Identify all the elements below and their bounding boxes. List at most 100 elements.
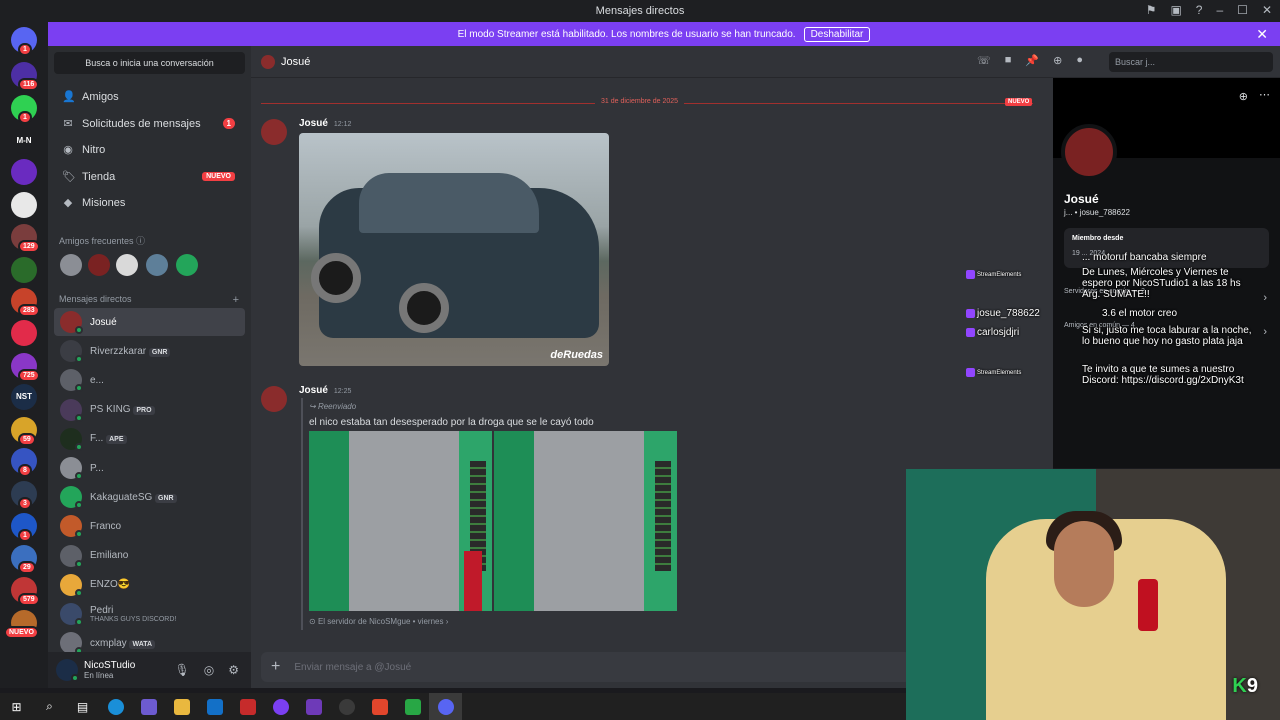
maximize-button[interactable]: ☐ — [1237, 3, 1248, 17]
avatar — [60, 573, 83, 597]
video-attachment[interactable] — [494, 431, 677, 611]
dm-item[interactable]: Emiliano — [54, 542, 245, 570]
chevron-right-icon: › — [1263, 326, 1267, 338]
more-options-icon[interactable]: ⋯ — [1259, 88, 1270, 101]
unread-badge: 129 — [18, 240, 40, 253]
unread-badge: 8 — [18, 464, 32, 477]
inbox-icon[interactable]: ⚑ — [1146, 3, 1157, 17]
minimize-button[interactable]: – — [1216, 3, 1223, 17]
avatar — [60, 515, 83, 539]
close-window-button[interactable]: ✕ — [1262, 3, 1272, 17]
message-author[interactable]: Josué 12:12 — [299, 118, 351, 129]
nav-badge: NUEVO — [202, 172, 235, 182]
outlook-icon[interactable] — [198, 693, 231, 720]
video-attachment[interactable] — [309, 431, 492, 611]
add-friend-icon[interactable]: ⊕ — [1053, 54, 1062, 67]
server-icon[interactable] — [11, 257, 37, 283]
guild-tag: GNR — [148, 347, 171, 357]
nav-item-mail[interactable]: ✉ Solicitudes de mensajes 1 — [54, 111, 245, 137]
unread-badge: 1 — [18, 111, 32, 124]
nav-item-label: Solicitudes de mensajes — [82, 117, 201, 130]
nav-item-shop[interactable]: 🏷 Tienda NUEVO — [54, 164, 245, 190]
avatar — [60, 369, 83, 393]
profile-name: Josué — [1064, 192, 1099, 206]
window-title: Mensajes directos — [595, 5, 685, 17]
file-explorer-icon[interactable] — [165, 693, 198, 720]
app-icon[interactable] — [297, 693, 330, 720]
add-friend-icon[interactable]: ⊕ — [1239, 90, 1248, 103]
server-icon[interactable]: M-N — [11, 128, 37, 154]
forward-source[interactable]: ⊙ El servidor de NicoSMgue • viernes › — [309, 617, 448, 626]
server-icon[interactable] — [11, 320, 37, 346]
close-icon[interactable]: ✕ — [1256, 26, 1268, 43]
app-icon[interactable] — [396, 693, 429, 720]
windows-start-icon[interactable]: ⊞ — [0, 693, 33, 720]
windows-taskbar: ⊞ ⌕ ▤ — [0, 693, 906, 720]
chat-search-input[interactable]: Buscar j... — [1109, 52, 1273, 72]
app-icon[interactable] — [264, 693, 297, 720]
dm-item[interactable]: Riverzzkarar GNR — [54, 337, 245, 365]
frequent-friend-avatar[interactable] — [60, 254, 82, 276]
dm-item[interactable]: Franco — [54, 512, 245, 540]
dm-item[interactable]: P... — [54, 454, 245, 482]
stream-chat-user: StreamElements — [966, 368, 1021, 377]
message-author[interactable]: Josué 12:25 — [299, 385, 351, 396]
avatar[interactable] — [261, 119, 287, 145]
dm-item[interactable]: Pedri THANKS GUYS DISCORD! — [54, 600, 245, 628]
message-input[interactable]: Enviar mensaje a @Josué — [294, 662, 411, 673]
brave-icon[interactable] — [363, 693, 396, 720]
dm-name: F... — [90, 433, 104, 445]
server-icon[interactable] — [11, 192, 37, 218]
car-image-attachment[interactable]: deRuedas — [299, 133, 609, 366]
microphone-icon[interactable]: 🎙 — [175, 663, 190, 677]
stream-chat-message: 3.6 el motor creo — [1102, 308, 1178, 319]
profile-avatar[interactable] — [1061, 124, 1117, 180]
stream-chat-message: ... motoruf bancaba siempre — [1082, 252, 1207, 263]
edge-icon[interactable] — [99, 693, 132, 720]
frequent-friend-avatar[interactable] — [88, 254, 110, 276]
dm-name: Emiliano — [90, 550, 129, 562]
dm-item[interactable]: F... APE — [54, 425, 245, 453]
frequent-friend-avatar[interactable] — [176, 254, 198, 276]
frequent-friend-avatar[interactable] — [116, 254, 138, 276]
obs-icon[interactable] — [330, 693, 363, 720]
frequent-friend-avatar[interactable] — [146, 254, 168, 276]
avatar[interactable] — [56, 659, 79, 682]
dm-item[interactable]: PS KING PRO — [54, 396, 245, 424]
nav-item-friends[interactable]: 👤 Amigos — [54, 84, 245, 110]
dm-item[interactable]: ENZO😎 — [54, 571, 245, 599]
message-composer[interactable]: + Enviar mensaje a @Josué — [261, 652, 911, 682]
server-icon[interactable]: NST — [11, 384, 37, 410]
search-icon[interactable]: ⌕ — [33, 693, 66, 720]
dm-search-button[interactable]: Busca o inicia una conversación — [54, 52, 245, 74]
video-call-icon[interactable]: ■ — [1005, 54, 1012, 67]
copilot-icon[interactable] — [132, 693, 165, 720]
avatar — [60, 457, 83, 480]
discord-icon[interactable] — [429, 693, 462, 720]
disable-streamer-button[interactable]: Deshabilitar — [803, 26, 871, 42]
server-icon[interactable] — [11, 159, 37, 185]
kick-logo: K9 — [1232, 675, 1258, 697]
avatar[interactable] — [261, 386, 287, 412]
nav-item-quest[interactable]: ◆ Misiones — [54, 190, 245, 216]
dm-item[interactable]: e... — [54, 366, 245, 394]
profile-username: j... • josue_788622 — [1064, 208, 1130, 217]
dm-name: cxmplay — [90, 637, 127, 649]
dm-item[interactable]: Josué — [54, 308, 245, 336]
nav-item-nitro[interactable]: ◉ Nitro — [54, 137, 245, 163]
add-dm-icon[interactable]: + — [233, 294, 239, 306]
dm-name: PS KING — [90, 404, 131, 416]
add-attachment-icon[interactable]: + — [271, 658, 280, 676]
task-view-icon[interactable]: ▤ — [66, 693, 99, 720]
pin-icon[interactable]: 📌 — [1025, 54, 1039, 67]
settings-gear-icon[interactable]: ⚙ — [228, 663, 239, 677]
help-icon[interactable]: ? — [1196, 3, 1203, 17]
headphones-icon[interactable]: ◎ — [204, 663, 214, 677]
call-icon[interactable]: ☏ — [977, 54, 991, 67]
screen-icon[interactable]: ▣ — [1170, 3, 1181, 17]
dm-item[interactable]: KakaguateSG GNR — [54, 483, 245, 511]
avatar — [60, 632, 83, 656]
app-icon[interactable] — [231, 693, 264, 720]
profile-toggle-icon[interactable]: ● — [1076, 54, 1083, 67]
nav-item-label: Misiones — [82, 197, 126, 210]
